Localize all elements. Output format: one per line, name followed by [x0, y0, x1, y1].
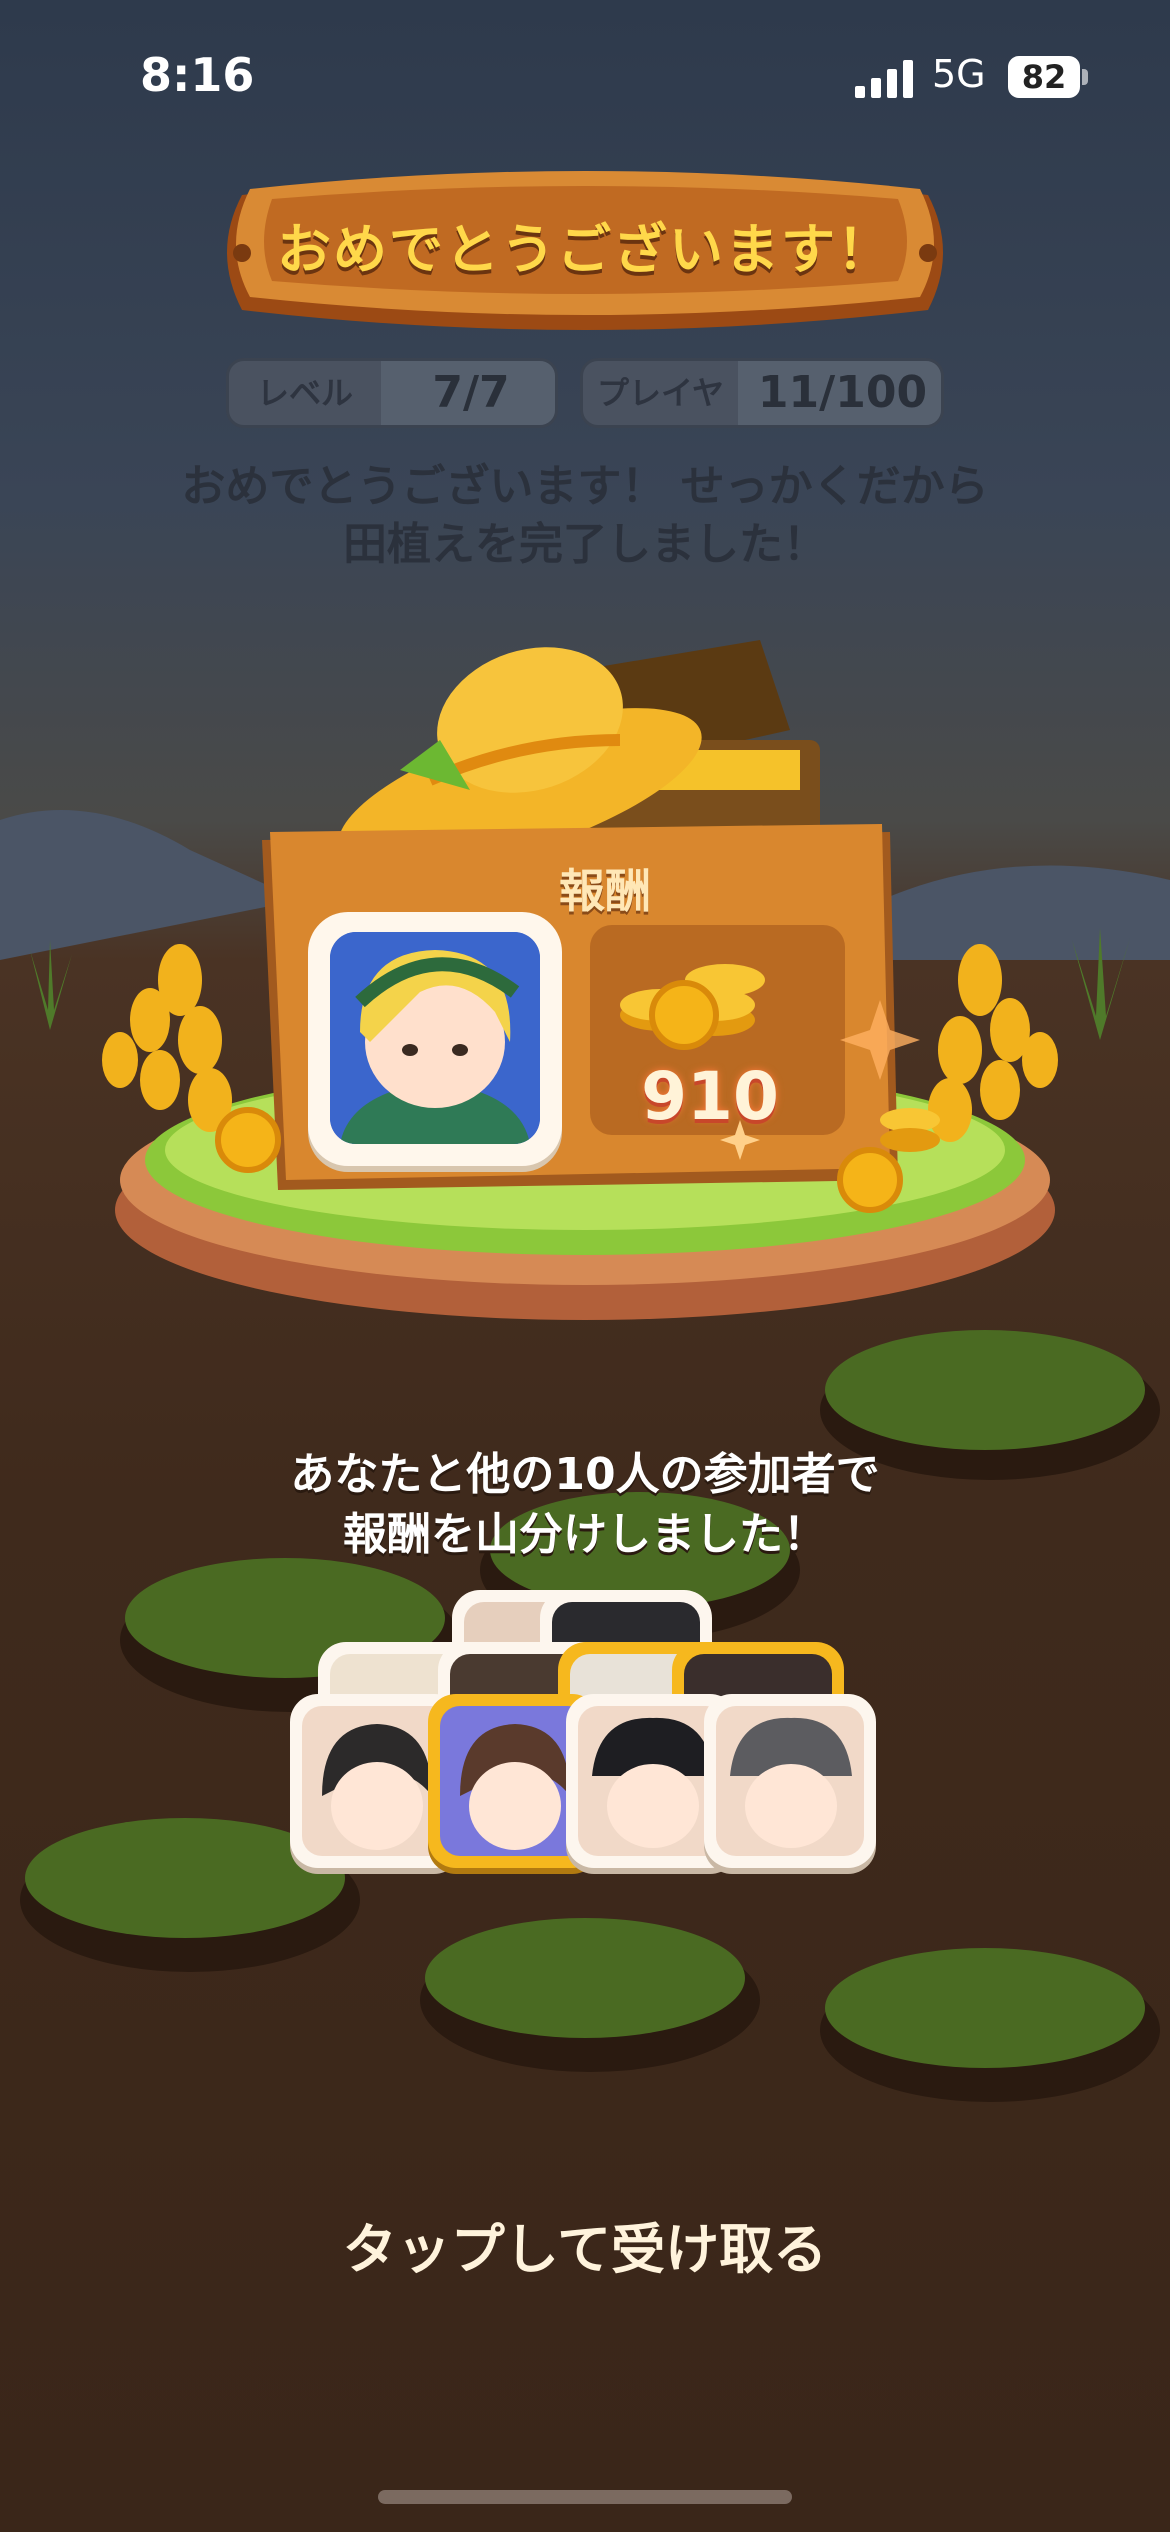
signal-bars-icon: [855, 60, 913, 98]
reward-avatar: [330, 932, 540, 1144]
congrats-message-line2: 田植えを完了しました！: [343, 519, 827, 570]
share-message-line2: 報酬を山分けしました！: [343, 1509, 827, 1560]
congrats-message-line1: おめでとうございます！ せっかくだから: [181, 461, 989, 512]
home-indicator[interactable]: [378, 2490, 792, 2504]
player-pill: プレイヤー 11/100: [580, 358, 944, 428]
reward-title: 報酬: [559, 864, 651, 918]
player-value: 11/100: [738, 361, 941, 425]
network-type: 5G: [932, 52, 986, 96]
character-avatar-icon: [330, 932, 540, 1144]
participant-avatars: [0, 1590, 1170, 1890]
status-time: 8:16: [140, 48, 255, 102]
reward-island: [102, 640, 1058, 1320]
share-message: あなたと他の10人の参加者で 報酬を山分けしました！: [160, 1445, 1010, 1565]
battery-level: 82: [1021, 58, 1067, 96]
battery-icon: 82: [1008, 56, 1088, 98]
congrats-message: おめでとうございます！ せっかくだから 田植えを完了しました！: [80, 458, 1090, 574]
character-avatar-icon: [730, 1717, 852, 1848]
level-pill: レベル 7/7: [226, 358, 558, 428]
participant-avatar: [704, 1694, 876, 1868]
level-label: レベル: [256, 374, 353, 412]
page-title: おめでとうございます！: [277, 218, 893, 281]
player-label: プレイヤー: [596, 374, 725, 412]
share-message-line1: あなたと他の10人の参加者で: [290, 1449, 880, 1500]
reward-coin-count: 910: [641, 1058, 779, 1135]
level-value: 7/7: [381, 361, 555, 425]
tap-to-collect-button[interactable]: タップして受け取る: [200, 2205, 970, 2284]
